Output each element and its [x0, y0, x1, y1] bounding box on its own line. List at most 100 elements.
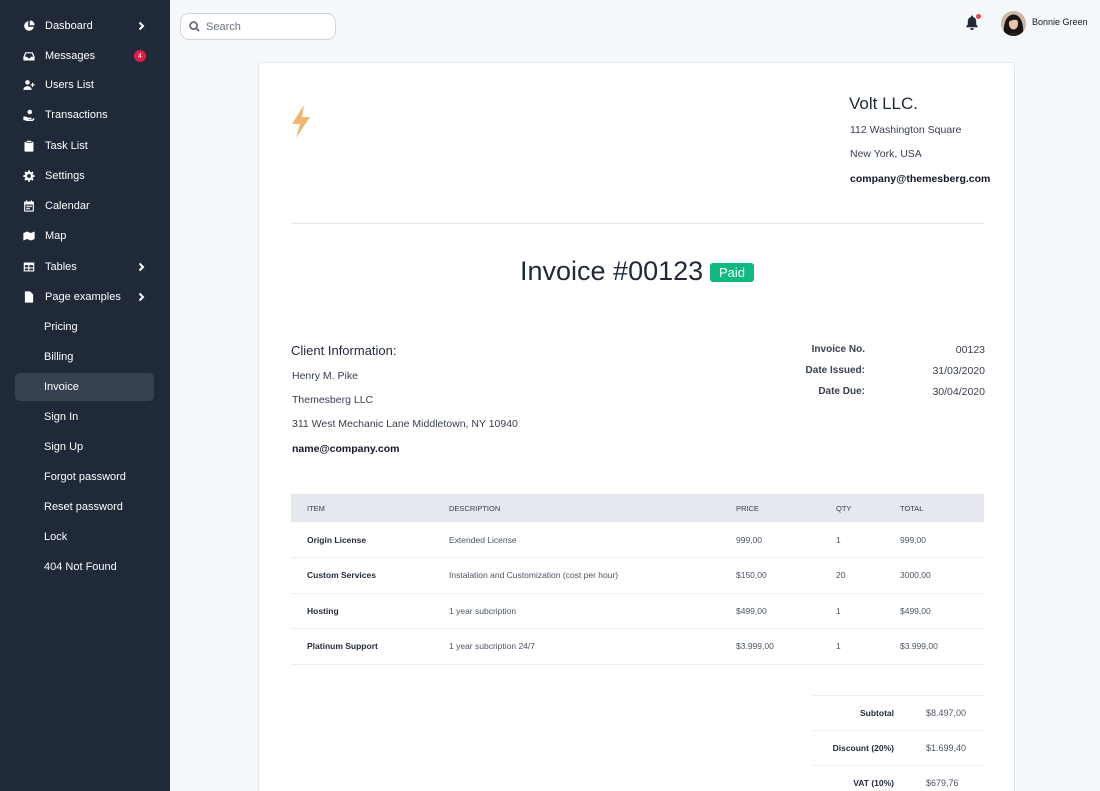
discount-row: Discount (20%) $1.699,40 [812, 730, 984, 765]
sidebar-item-label: Calendar [45, 200, 90, 212]
sidebar-item-page-examples[interactable]: Page examples [15, 283, 154, 311]
item-cell: Origin License [291, 522, 433, 558]
sidebar-subitem-lock[interactable]: Lock [15, 523, 154, 551]
sidebar: Dasboard Messages 4 Users List Transacti… [0, 0, 170, 791]
sidebar-item-task-list[interactable]: Task List [15, 132, 154, 160]
sidebar-item-label: Tables [45, 261, 77, 273]
sidebar-item-dashboard[interactable]: Dasboard [15, 12, 154, 40]
sidebar-item-label: Users List [45, 79, 94, 91]
column-header-item: Item [291, 494, 433, 522]
company-name: Volt LLC. [849, 94, 918, 113]
inbox-icon [22, 49, 36, 63]
sidebar-subitem-404[interactable]: 404 Not Found [15, 553, 154, 581]
divider [291, 223, 984, 224]
avatar[interactable] [1001, 11, 1026, 36]
user-name[interactable]: Bonnie Green [1032, 17, 1088, 27]
column-header-total: Total [884, 494, 984, 522]
sidebar-item-label: Settings [45, 170, 85, 182]
qty-cell: 20 [820, 557, 884, 594]
description-cell: 1 year subcription 24/7 [433, 628, 720, 665]
table-icon [22, 260, 36, 274]
sidebar-item-label: Map [45, 230, 67, 242]
sidebar-item-label: Messages [45, 50, 96, 62]
sidebar-subitem-sign-in[interactable]: Sign In [15, 403, 154, 431]
subtotal-value: $8.497,00 [926, 708, 967, 718]
price-cell: $499,00 [720, 593, 820, 629]
table-row: Origin License Extended License 999,00 1… [291, 522, 984, 558]
total-cell: $3.999,00 [884, 628, 984, 665]
lightning-logo-icon [291, 105, 311, 138]
user-photo [1001, 11, 1026, 36]
client-info-heading: Client Information: [291, 343, 397, 358]
search-input[interactable] [206, 20, 326, 33]
description-cell: 1 year subcription [433, 593, 720, 629]
qty-cell: 1 [820, 628, 884, 665]
client-email[interactable]: name@company.com [292, 443, 400, 455]
table-row: Hosting 1 year subcription $499,00 1 $49… [291, 593, 984, 629]
chevron-right-icon [136, 262, 146, 272]
sidebar-item-calendar[interactable]: Calendar [15, 192, 154, 220]
gear-icon [22, 169, 36, 183]
search-box[interactable] [180, 13, 336, 40]
sidebar-item-transactions[interactable]: Transactions [15, 101, 154, 129]
sidebar-item-settings[interactable]: Settings [15, 162, 154, 190]
sidebar-item-users-list[interactable]: Users List [15, 71, 154, 99]
pie-chart-icon [22, 19, 36, 33]
sidebar-subitem-billing[interactable]: Billing [15, 343, 154, 371]
column-header-description: Description [433, 494, 720, 522]
description-cell: Extended License [433, 522, 720, 558]
client-address: 311 West Mechanic Lane Middletown, NY 10… [292, 418, 518, 430]
subtotal-row: Subtotal $8.497,00 [812, 695, 984, 730]
discount-label: Discount (20%) [832, 743, 894, 753]
price-cell: 999,00 [720, 522, 820, 558]
company-address-line1: 112 Washington Square [850, 124, 962, 136]
price-cell: $150,00 [720, 557, 820, 594]
company-email[interactable]: company@themesberg.com [850, 173, 990, 185]
clipboard-icon [22, 139, 36, 153]
document-icon [22, 290, 36, 304]
sidebar-item-map[interactable]: Map [15, 222, 154, 250]
column-header-price: Price [720, 494, 820, 522]
search-icon [189, 21, 200, 32]
sidebar-item-label: Page examples [45, 291, 121, 303]
item-cell: Custom Services [291, 557, 433, 594]
qty-cell: 1 [820, 593, 884, 629]
date-issued-value: 31/03/2020 [932, 365, 985, 377]
total-cell: 3000,00 [884, 557, 984, 594]
chevron-right-icon [136, 21, 146, 31]
client-name: Henry M. Pike [292, 370, 358, 382]
sidebar-item-label: Dasboard [45, 20, 93, 32]
sidebar-subitem-forgot-password[interactable]: Forgot password [15, 463, 154, 491]
invoice-no-value: 00123 [955, 344, 985, 356]
invoice-no-label: Invoice No. [811, 344, 865, 355]
notification-dot [976, 14, 981, 19]
sidebar-item-tables[interactable]: Tables [15, 253, 154, 281]
map-icon [22, 229, 36, 243]
sidebar-subitem-reset-password[interactable]: Reset password [15, 493, 154, 521]
notifications-button[interactable] [965, 14, 981, 31]
sidebar-item-label: Transactions [45, 109, 108, 121]
sidebar-subitem-sign-up[interactable]: Sign Up [15, 433, 154, 461]
total-cell: 999,00 [884, 522, 984, 558]
price-cell: $3.999,00 [720, 628, 820, 665]
client-company: Themesberg LLC [292, 394, 374, 406]
table-row: Custom Services Instalation and Customiz… [291, 557, 984, 594]
user-add-icon [22, 78, 36, 92]
column-header-qty: Qty [820, 494, 884, 522]
calendar-icon [22, 199, 36, 213]
vat-label: VAT (10%) [853, 778, 894, 788]
qty-cell: 1 [820, 522, 884, 558]
table-header-row: Item Description Price Qty Total [291, 494, 984, 522]
hand-coin-icon [22, 108, 36, 122]
sidebar-item-messages[interactable]: Messages 4 [15, 42, 154, 70]
invoice-title: Invoice #00123 [520, 256, 704, 286]
sidebar-item-label: Task List [45, 140, 88, 152]
sidebar-subitem-pricing[interactable]: Pricing [15, 313, 154, 341]
date-due-value: 30/04/2020 [932, 386, 985, 398]
vat-row: VAT (10%) $679,76 [812, 765, 984, 791]
vat-value: $679,76 [926, 778, 959, 788]
sidebar-subitem-invoice[interactable]: Invoice [15, 373, 154, 401]
chevron-right-icon [136, 292, 146, 302]
status-badge: Paid [710, 263, 755, 282]
date-issued-label: Date Issued: [805, 365, 865, 376]
